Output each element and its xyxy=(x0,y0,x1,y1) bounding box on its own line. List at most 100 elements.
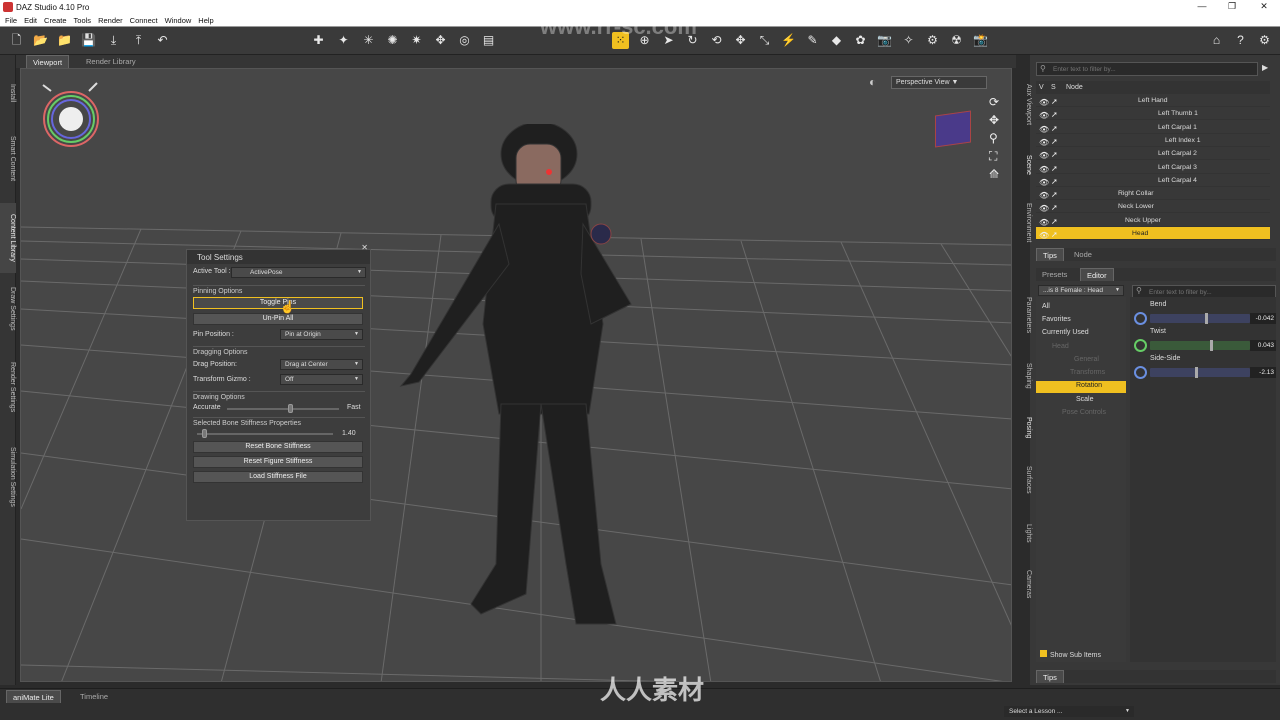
scale-tool-icon[interactable]: ⤡ xyxy=(756,32,773,49)
scene-filter[interactable]: ⚲ xyxy=(1036,62,1258,76)
eye-icon[interactable]: 👁 xyxy=(1039,229,1049,242)
unpin-all-button[interactable]: Un-Pin All xyxy=(193,313,363,325)
quality-slider[interactable] xyxy=(227,408,339,410)
tab-cameras[interactable]: Cameras xyxy=(1018,566,1032,602)
frame-icon[interactable]: ⛶ xyxy=(989,149,997,164)
render-settings-icon[interactable]: ⚙ xyxy=(924,32,941,49)
dial-icon[interactable] xyxy=(1134,312,1147,325)
reset-bone-stiffness-button[interactable]: Reset Bone Stiffness xyxy=(193,441,363,453)
orbit-icon[interactable]: ⟳ xyxy=(989,95,999,109)
save-icon[interactable]: 💾 xyxy=(80,32,97,49)
slider-knob[interactable] xyxy=(1205,313,1208,324)
slider-value[interactable]: -2.13 xyxy=(1250,367,1276,378)
select-arrow-icon[interactable]: ➚ xyxy=(1051,201,1058,214)
scene-node-row[interactable]: 👁 ➚ Left Hand xyxy=(1036,94,1270,107)
view-cube[interactable] xyxy=(935,110,971,148)
menu-file[interactable]: File xyxy=(5,16,17,25)
slider-side-side[interactable]: Side-Side -2.13 xyxy=(1132,355,1276,381)
node-select[interactable]: ...is 8 Female : Head xyxy=(1038,285,1124,296)
tab-tips[interactable]: Tips xyxy=(1036,248,1064,261)
tab-posing[interactable]: Posing xyxy=(1018,412,1032,444)
tab-draw-settings[interactable]: Draw Settings xyxy=(0,279,16,339)
scene-node-row[interactable]: 👁 ➚ Head xyxy=(1036,227,1270,240)
scene-node-row[interactable]: 👁 ➚ Left Thumb 1 xyxy=(1036,107,1270,121)
group-head[interactable]: Head xyxy=(1052,343,1069,350)
checkbox-icon[interactable] xyxy=(1040,650,1047,657)
tab-viewport[interactable]: Viewport xyxy=(26,55,70,68)
settings-icon[interactable]: ⚙ xyxy=(1256,32,1273,49)
surface-selection-icon[interactable]: ◆ xyxy=(828,32,845,49)
scene-node-row[interactable]: 👁 ➚ Left Carpal 4 xyxy=(1036,174,1270,187)
render-icon[interactable]: 📸 xyxy=(972,32,989,49)
tab-aux-viewport[interactable]: Aux Viewport xyxy=(1018,80,1032,130)
tab-node[interactable]: Node xyxy=(1068,248,1098,261)
pin-position-select[interactable]: Pin at Origin xyxy=(280,329,363,340)
menu-edit[interactable]: Edit xyxy=(24,16,37,25)
group-transforms[interactable]: Transforms xyxy=(1070,369,1105,376)
minimize-icon[interactable]: — xyxy=(1188,1,1216,11)
slider-value[interactable]: 0.043 xyxy=(1250,340,1276,351)
slider-knob[interactable] xyxy=(1195,367,1198,378)
group-general[interactable]: General xyxy=(1074,356,1099,363)
spot-render-icon[interactable]: ✿ xyxy=(852,32,869,49)
drag-position-select[interactable]: Drag at Center xyxy=(280,359,363,370)
tab-lights[interactable]: Lights xyxy=(1018,520,1032,546)
tab-content-library[interactable]: Content Library xyxy=(0,203,16,273)
menu-connect[interactable]: Connect xyxy=(130,16,158,25)
slider-bar[interactable] xyxy=(1150,313,1250,324)
select-arrow-icon[interactable]: ➚ xyxy=(1051,95,1058,108)
joint-editor-icon[interactable]: ⚡ xyxy=(780,32,797,49)
transform-gizmo-select[interactable]: Off xyxy=(280,374,363,385)
scene-options-icon[interactable]: ▶ xyxy=(1262,63,1268,72)
menu-render[interactable]: Render xyxy=(98,16,123,25)
merge-icon[interactable]: 📁 xyxy=(56,32,73,49)
scene-filter-input[interactable] xyxy=(1053,64,1233,75)
param-filter-input[interactable] xyxy=(1149,287,1269,297)
lesson-select[interactable]: Select a Lesson ... xyxy=(1004,706,1134,717)
dial-icon[interactable] xyxy=(1134,339,1147,352)
tab-parameters[interactable]: Parameters xyxy=(1018,290,1032,340)
select-arrow-icon[interactable]: ➚ xyxy=(1051,175,1058,188)
select-arrow-icon[interactable]: ➚ xyxy=(1051,228,1058,241)
show-sub-items[interactable]: Show Sub Items xyxy=(1040,650,1126,659)
select-arrow-icon[interactable]: ➚ xyxy=(1051,188,1058,201)
load-stiffness-file-button[interactable]: Load Stiffness File xyxy=(193,471,363,483)
tab-editor[interactable]: Editor xyxy=(1080,268,1114,281)
geometry-editor-icon[interactable]: ✎ xyxy=(804,32,821,49)
scene-node-row[interactable]: 👁 ➚ Neck Upper xyxy=(1036,214,1270,227)
primitive-icon[interactable]: ◎ xyxy=(456,32,473,49)
power-pose-icon[interactable]: ✧ xyxy=(900,32,917,49)
export-icon[interactable]: ⤒ xyxy=(130,32,147,49)
bone-stiffness-knob[interactable] xyxy=(202,429,207,438)
help-icon[interactable]: ? xyxy=(1232,32,1249,49)
undo-icon[interactable]: ↶ xyxy=(154,32,171,49)
scene-node-row[interactable]: 👁 ➚ Right Collar xyxy=(1036,187,1270,201)
astronaut-figure[interactable] xyxy=(371,124,671,634)
slider-bar[interactable] xyxy=(1150,367,1250,378)
tab-timeline[interactable]: Timeline xyxy=(74,690,114,703)
iray-icon[interactable]: ☢ xyxy=(948,32,965,49)
restore-icon[interactable]: ❐ xyxy=(1218,1,1246,12)
grid-tool-icon[interactable]: ▤ xyxy=(480,32,497,49)
slider-bend[interactable]: Bend -0.042 xyxy=(1132,301,1276,327)
active-tool-select[interactable]: ActivePose xyxy=(231,267,366,278)
tab-install[interactable]: Install xyxy=(0,73,16,113)
slider-bar[interactable] xyxy=(1150,340,1250,351)
select-arrow-icon[interactable]: ➚ xyxy=(1051,215,1058,228)
tab-animate-lite[interactable]: aniMate Lite xyxy=(6,690,61,703)
spot-light-icon[interactable]: ✦ xyxy=(335,32,352,49)
point-light-icon[interactable]: ✳ xyxy=(360,32,377,49)
close-icon[interactable]: ✕ xyxy=(361,243,368,252)
menu-window[interactable]: Window xyxy=(165,16,192,25)
slider-value[interactable]: -0.042 xyxy=(1250,313,1276,324)
tab-smart-content[interactable]: Smart Content xyxy=(0,121,16,197)
zoom-icon[interactable]: ⚲ xyxy=(989,131,998,145)
twist-tool-icon[interactable]: ⟲ xyxy=(708,32,725,49)
scene-node-row[interactable]: 👁 ➚ Left Carpal 1 xyxy=(1036,121,1270,134)
slider-twist[interactable]: Twist 0.043 xyxy=(1132,328,1276,354)
pose-gizmo[interactable] xyxy=(39,79,103,149)
group-favorites[interactable]: Favorites xyxy=(1042,316,1071,323)
select-arrow-icon[interactable]: ➚ xyxy=(1051,108,1058,121)
bone-stiffness-slider[interactable] xyxy=(197,433,333,435)
tab-render-settings[interactable]: Render Settings xyxy=(0,353,16,421)
